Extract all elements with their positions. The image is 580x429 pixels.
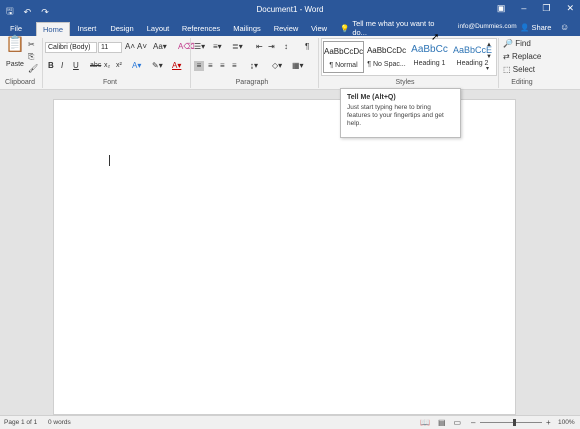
share-label: Share bbox=[531, 23, 552, 32]
highlight-icon[interactable]: ✎▾ bbox=[152, 61, 163, 71]
font-color-icon[interactable]: A▾ bbox=[172, 61, 181, 71]
tab-layout[interactable]: Layout bbox=[142, 22, 174, 36]
replace-icon: ⇄ bbox=[503, 52, 510, 61]
align-right-icon[interactable]: ≡ bbox=[220, 61, 225, 71]
clear-formatting-icon[interactable]: A⌫ bbox=[178, 42, 195, 52]
change-case-icon[interactable]: Aa▾ bbox=[153, 42, 167, 52]
zoom-slider[interactable] bbox=[480, 422, 542, 423]
justify-icon[interactable]: ≡ bbox=[232, 61, 237, 71]
font-group-label: Font bbox=[102, 79, 117, 86]
tab-references[interactable]: References bbox=[178, 22, 224, 36]
align-left-icon[interactable]: ≡ bbox=[194, 61, 204, 71]
text-effects-icon[interactable]: A▾ bbox=[132, 61, 141, 71]
copy-icon[interactable]: ⎘ bbox=[28, 52, 34, 62]
title-bar: 🖫 ↶ ↷ Document1 - Word ▣ – ❐ ✕ bbox=[0, 0, 580, 20]
bullets-icon[interactable]: ☰▾ bbox=[194, 42, 205, 52]
restore-icon[interactable]: ❐ bbox=[542, 3, 550, 14]
superscript-icon[interactable]: x² bbox=[116, 61, 122, 71]
styles-group-label: Styles bbox=[395, 79, 415, 86]
zoom-slider-thumb[interactable] bbox=[513, 419, 516, 426]
feedback-smiley-icon[interactable]: ☺ bbox=[560, 22, 569, 32]
select-icon: ⬚ bbox=[503, 65, 511, 74]
increase-indent-icon[interactable]: ⇥ bbox=[268, 42, 275, 52]
numbering-icon[interactable]: ≡▾ bbox=[213, 42, 222, 52]
divider bbox=[190, 38, 191, 88]
word-count[interactable]: 0 words bbox=[48, 419, 71, 426]
sort-icon[interactable]: ↕ bbox=[284, 42, 288, 52]
style-normal[interactable]: AaBbCcDc ¶ Normal bbox=[323, 41, 364, 73]
strikethrough-icon[interactable]: abc bbox=[90, 61, 101, 71]
styles-more-icon[interactable]: ▾ bbox=[486, 64, 489, 74]
styles-scroll-up-icon[interactable]: ▲ bbox=[486, 40, 492, 50]
tab-view[interactable]: View bbox=[306, 22, 332, 36]
print-layout-icon[interactable]: ▤ bbox=[438, 418, 446, 427]
underline-icon[interactable]: U bbox=[73, 61, 79, 71]
multilevel-list-icon[interactable]: ≣▾ bbox=[232, 42, 243, 52]
styles-gallery: AaBbCcDc ¶ Normal AaBbCcDc ¶ No Spac... … bbox=[321, 38, 497, 76]
tab-mailings[interactable]: Mailings bbox=[228, 22, 266, 36]
align-center-icon[interactable]: ≡ bbox=[208, 61, 213, 71]
zoom-in-icon[interactable]: + bbox=[546, 418, 551, 427]
style-no-spacing[interactable]: AaBbCcDc ¶ No Spac... bbox=[366, 41, 407, 73]
replace-button[interactable]: ⇄ Replace bbox=[503, 52, 553, 62]
subscript-icon[interactable]: x₂ bbox=[104, 61, 110, 71]
tab-home[interactable]: Home bbox=[36, 22, 70, 36]
format-painter-icon[interactable]: 🖌 bbox=[28, 64, 38, 74]
style-heading-1[interactable]: AaBbCc Heading 1 bbox=[409, 41, 450, 73]
select-button[interactable]: ⬚ Select bbox=[503, 65, 553, 75]
text-cursor bbox=[109, 155, 110, 166]
paragraph-group-label: Paragraph bbox=[235, 79, 269, 86]
cut-icon[interactable]: ✂ bbox=[28, 40, 35, 50]
zoom-out-icon[interactable]: – bbox=[471, 418, 475, 427]
tell-me-tooltip: Tell Me (Alt+Q) Just start typing here t… bbox=[340, 88, 461, 138]
view-buttons: 📖 ▤ ▭ bbox=[420, 418, 461, 427]
tooltip-title: Tell Me (Alt+Q) bbox=[347, 94, 396, 101]
bold-icon[interactable]: B bbox=[48, 61, 54, 71]
shrink-font-icon[interactable]: A˅ bbox=[137, 42, 147, 52]
paste-button[interactable]: Paste bbox=[4, 60, 26, 70]
font-family-select[interactable]: Calibri (Body) bbox=[45, 42, 97, 53]
ribbon-display-icon[interactable]: ▣ bbox=[497, 3, 506, 14]
account-email[interactable]: info@Dummies.com bbox=[458, 23, 517, 30]
find-icon: 🔎 bbox=[503, 39, 513, 48]
tab-design[interactable]: Design bbox=[106, 22, 138, 36]
share-button[interactable]: 👤 Share bbox=[520, 23, 551, 32]
minimize-icon[interactable]: – bbox=[521, 3, 526, 14]
divider bbox=[318, 38, 319, 88]
read-mode-icon[interactable]: 📖 bbox=[420, 418, 430, 427]
divider bbox=[42, 38, 43, 88]
italic-icon[interactable]: I bbox=[61, 61, 63, 71]
ribbon-tabs: File Home Insert Design Layout Reference… bbox=[0, 19, 580, 37]
decrease-indent-icon[interactable]: ⇤ bbox=[256, 42, 263, 52]
show-marks-icon[interactable]: ¶ bbox=[305, 42, 309, 52]
paste-icon[interactable]: 📋 bbox=[5, 37, 25, 53]
clipboard-group-label: Clipboard bbox=[5, 79, 35, 86]
status-bar: Page 1 of 1 0 words 📖 ▤ ▭ – + 100% bbox=[0, 415, 580, 429]
font-size-select[interactable]: 11 bbox=[98, 42, 122, 53]
tab-file[interactable]: File bbox=[4, 22, 28, 36]
editing-group-label: Editing bbox=[511, 79, 533, 86]
window-controls: ▣ – ❐ ✕ bbox=[497, 3, 574, 14]
find-button[interactable]: 🔎 Find bbox=[503, 39, 548, 49]
lightbulb-icon: 💡 bbox=[340, 23, 350, 33]
zoom-level[interactable]: 100% bbox=[558, 419, 575, 426]
close-icon[interactable]: ✕ bbox=[566, 3, 574, 14]
person-icon: 👤 bbox=[520, 23, 530, 32]
grow-font-icon[interactable]: A˄ bbox=[125, 42, 135, 52]
web-layout-icon[interactable]: ▭ bbox=[454, 418, 462, 427]
styles-scroll-down-icon[interactable]: ▼ bbox=[486, 52, 492, 62]
ribbon-home: 📋 Paste ✂ ⎘ 🖌 Clipboard Calibri (Body) 1… bbox=[0, 36, 580, 90]
tab-review[interactable]: Review bbox=[270, 22, 302, 36]
document-page[interactable] bbox=[53, 99, 516, 415]
document-area[interactable] bbox=[0, 90, 580, 415]
shading-icon[interactable]: ◇▾ bbox=[272, 61, 282, 71]
divider bbox=[498, 38, 499, 88]
window-title: Document1 - Word bbox=[256, 5, 324, 14]
mouse-pointer-icon: ➚ bbox=[431, 32, 440, 43]
line-spacing-icon[interactable]: ↨▾ bbox=[250, 61, 258, 71]
borders-icon[interactable]: ▦▾ bbox=[292, 61, 304, 71]
page-count[interactable]: Page 1 of 1 bbox=[4, 419, 37, 426]
tab-insert[interactable]: Insert bbox=[72, 22, 102, 36]
tooltip-body: Just start typing here to bring features… bbox=[347, 104, 444, 127]
